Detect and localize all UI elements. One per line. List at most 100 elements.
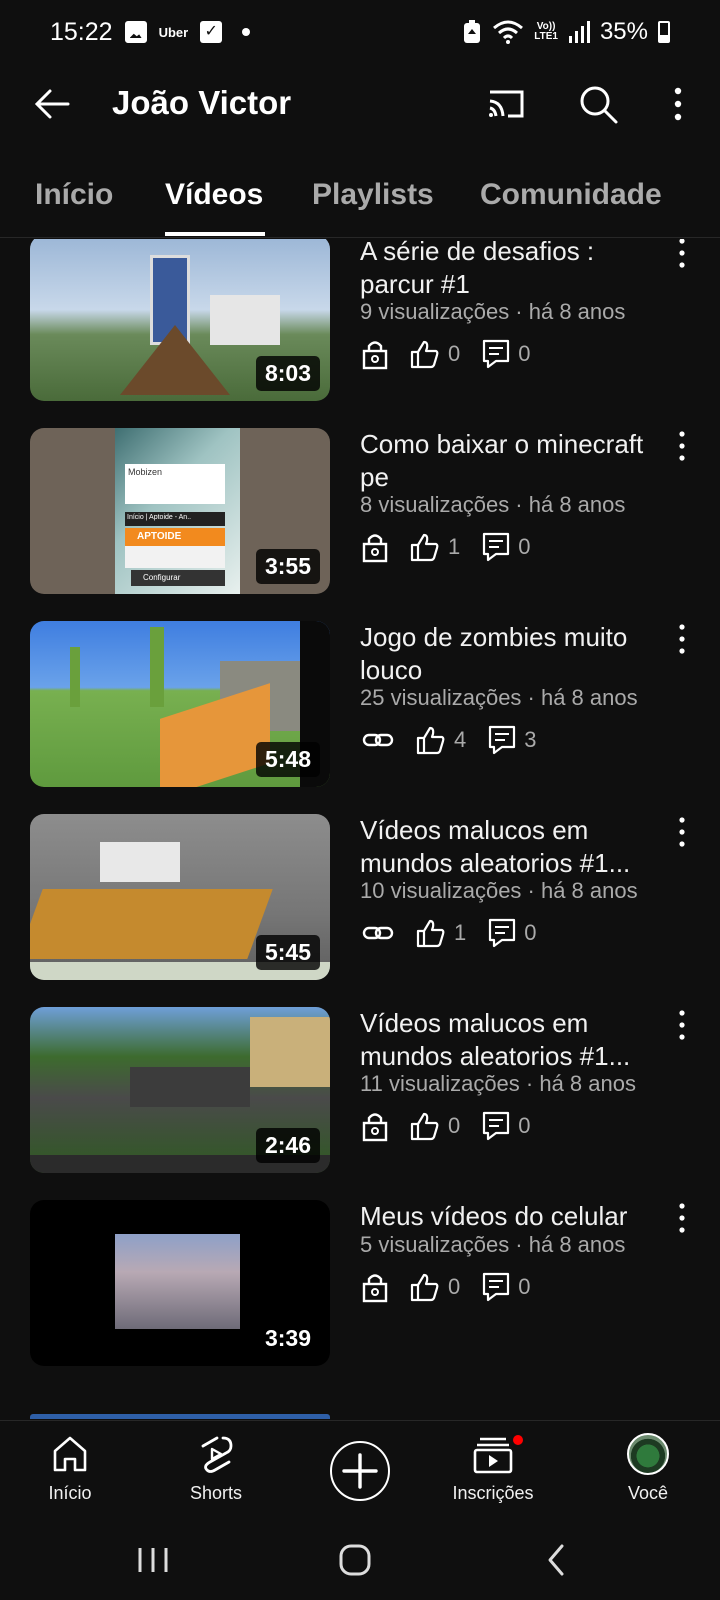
more-vert-icon[interactable] xyxy=(676,623,688,655)
subscriptions-icon xyxy=(473,1437,513,1474)
checkbox-icon: ✓ xyxy=(200,21,223,43)
tab-videos[interactable]: Vídeos xyxy=(165,178,263,212)
battery-icon xyxy=(658,21,670,43)
thumb-plant xyxy=(150,627,164,707)
video-duration: 5:48 xyxy=(255,742,320,777)
comment-count: 0 xyxy=(518,341,531,366)
tab-inicio[interactable]: Início xyxy=(35,178,113,212)
like-count: 4 xyxy=(454,727,467,752)
more-vert-icon[interactable] xyxy=(676,1009,688,1041)
recycle-icon xyxy=(464,20,481,43)
video-item[interactable]: 8:03 A série de desafios : parcur #1 9 v… xyxy=(0,239,720,405)
battery-percent: 35% xyxy=(599,18,648,45)
comment-icon xyxy=(489,725,516,755)
thumb-up-icon xyxy=(416,726,445,755)
video-item[interactable]: Mobizen Início | Aptoide - An.. APTOIDE … xyxy=(0,428,720,598)
more-vert-icon[interactable] xyxy=(676,1202,688,1234)
comments: 0 xyxy=(482,1272,531,1302)
recent-apps-icon[interactable] xyxy=(128,1540,178,1580)
nav-you-label: Você xyxy=(627,1483,669,1503)
search-icon[interactable] xyxy=(576,82,620,126)
video-item[interactable]: 5:45 Vídeos malucos em mundos aleatorios… xyxy=(0,814,720,984)
wifi-icon xyxy=(493,20,524,44)
like-count: 0 xyxy=(448,341,461,366)
likes: 1 xyxy=(416,918,466,948)
status-bar: 15:22 Uber ✓ Vo)) LTE1 35% xyxy=(0,0,720,64)
video-actions: 1 0 xyxy=(362,530,553,564)
network-label: Vo)) LTE1 xyxy=(534,21,558,42)
comment-count: 0 xyxy=(518,1113,531,1138)
signal-icon xyxy=(568,21,590,43)
bottom-navigation: Início Shorts Inscrições Você xyxy=(0,1420,720,1524)
video-meta: 9 visualizações · há 8 anos xyxy=(360,299,626,324)
like-count: 0 xyxy=(448,1113,461,1138)
video-thumbnail[interactable]: 2:46 xyxy=(30,1007,330,1173)
thumb-up-icon xyxy=(410,533,439,562)
create-button[interactable] xyxy=(330,1441,390,1501)
video-item[interactable]: 2:46 Vídeos malucos em mundos aleatorios… xyxy=(0,1007,720,1177)
nav-subscriptions[interactable]: Inscrições xyxy=(433,1433,553,1504)
system-navigation-bar xyxy=(0,1524,720,1600)
back-arrow-icon[interactable] xyxy=(30,82,74,126)
tab-comunidade[interactable]: Comunidade xyxy=(480,178,662,212)
video-item[interactable]: 5:48 Jogo de zombies muito louco 25 visu… xyxy=(0,621,720,791)
more-vert-icon[interactable] xyxy=(676,430,688,462)
thumb-aptoide-bar: APTOIDE xyxy=(125,528,225,546)
next-video-thumbnail-peek xyxy=(30,1414,330,1419)
comments: 0 xyxy=(482,532,531,562)
thumb-block xyxy=(130,1067,250,1107)
video-meta: 8 visualizações · há 8 anos xyxy=(360,492,626,517)
private-lock-icon xyxy=(362,531,388,563)
thumb-block xyxy=(210,295,280,345)
video-duration: 3:39 xyxy=(255,1321,320,1356)
video-meta: 5 visualizações · há 8 anos xyxy=(360,1232,626,1257)
video-title[interactable]: Meus vídeos do celular xyxy=(360,1200,665,1233)
active-tab-indicator xyxy=(165,232,265,236)
comments: 0 xyxy=(488,918,537,948)
video-title[interactable]: Jogo de zombies muito louco xyxy=(360,621,665,687)
avatar xyxy=(627,1433,669,1475)
nav-you[interactable]: Você xyxy=(588,1433,708,1504)
app-header: João Victor xyxy=(0,64,720,148)
more-vert-icon[interactable] xyxy=(656,82,700,126)
home-icon xyxy=(53,1436,87,1472)
gallery-icon xyxy=(124,21,147,43)
video-title[interactable]: A série de desafios : parcur #1 xyxy=(360,239,665,301)
video-thumbnail[interactable]: 3:39 xyxy=(30,1200,330,1366)
video-actions: 0 0 xyxy=(362,1270,553,1304)
comment-icon xyxy=(489,918,516,948)
like-count: 0 xyxy=(448,1274,461,1299)
tab-playlists[interactable]: Playlists xyxy=(312,178,434,212)
thumb-up-icon xyxy=(416,919,445,948)
notification-dot xyxy=(511,1433,525,1447)
uber-icon: Uber xyxy=(158,24,189,40)
video-thumbnail[interactable]: Mobizen Início | Aptoide - An.. APTOIDE … xyxy=(30,428,330,594)
more-vert-icon[interactable] xyxy=(676,816,688,848)
video-thumbnail[interactable]: 8:03 xyxy=(30,239,330,401)
unlisted-link-icon xyxy=(362,917,394,949)
system-back-icon[interactable] xyxy=(532,1540,582,1580)
unlisted-link-icon xyxy=(362,724,394,756)
video-title[interactable]: Vídeos malucos em mundos aleatorios #1..… xyxy=(360,1007,665,1073)
more-vert-icon[interactable] xyxy=(676,239,688,269)
video-thumbnail[interactable]: 5:48 xyxy=(30,621,330,787)
video-actions: 1 0 xyxy=(362,916,559,950)
video-title[interactable]: Vídeos malucos em mundos aleatorios #1..… xyxy=(360,814,665,880)
likes: 0 xyxy=(410,1272,460,1302)
comment-count: 3 xyxy=(524,727,537,752)
comments: 3 xyxy=(488,725,537,755)
nav-home[interactable]: Início xyxy=(10,1433,130,1504)
video-title[interactable]: Como baixar o minecraft pe xyxy=(360,428,665,494)
thumb-table xyxy=(30,889,273,959)
video-item[interactable]: 3:39 Meus vídeos do celular 5 visualizaç… xyxy=(0,1200,720,1370)
create-plus-icon xyxy=(342,1453,378,1489)
video-thumbnail[interactable]: 5:45 xyxy=(30,814,330,980)
likes: 4 xyxy=(416,725,466,755)
nav-shorts[interactable]: Shorts xyxy=(156,1433,276,1504)
dot-icon xyxy=(242,28,251,36)
like-count: 1 xyxy=(448,534,461,559)
home-button-icon[interactable] xyxy=(330,1540,380,1580)
comments: 0 xyxy=(482,1111,531,1141)
video-duration: 5:45 xyxy=(255,935,320,970)
cast-icon[interactable] xyxy=(484,82,528,126)
